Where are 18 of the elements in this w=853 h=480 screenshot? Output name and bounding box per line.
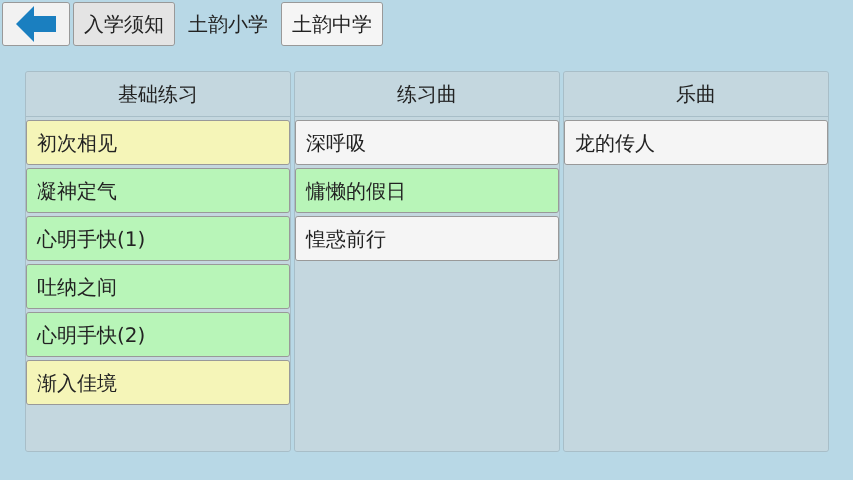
list-item[interactable]: 吐纳之间 <box>26 264 290 309</box>
list-item[interactable]: 慵懒的假日 <box>295 168 559 213</box>
tab[interactable]: 土韵中学 <box>281 2 383 46</box>
list-item[interactable]: 渐入佳境 <box>26 360 290 405</box>
column-header: 基础练习 <box>26 72 290 117</box>
list-item[interactable]: 心明手快(2) <box>26 312 290 357</box>
back-button[interactable] <box>2 2 70 46</box>
list-item[interactable]: 深呼吸 <box>295 120 559 165</box>
tab[interactable]: 入学须知 <box>73 2 175 46</box>
column-header: 乐曲 <box>564 72 828 117</box>
list-item[interactable]: 凝神定气 <box>26 168 290 213</box>
column-header: 练习曲 <box>295 72 559 117</box>
tab[interactable]: 土韵小学 <box>178 2 278 46</box>
list-item[interactable]: 初次相见 <box>26 120 290 165</box>
back-arrow-icon <box>16 6 56 42</box>
list-item[interactable]: 龙的传人 <box>564 120 828 165</box>
list-item[interactable]: 惶惑前行 <box>295 216 559 261</box>
list-item[interactable]: 心明手快(1) <box>26 216 290 261</box>
